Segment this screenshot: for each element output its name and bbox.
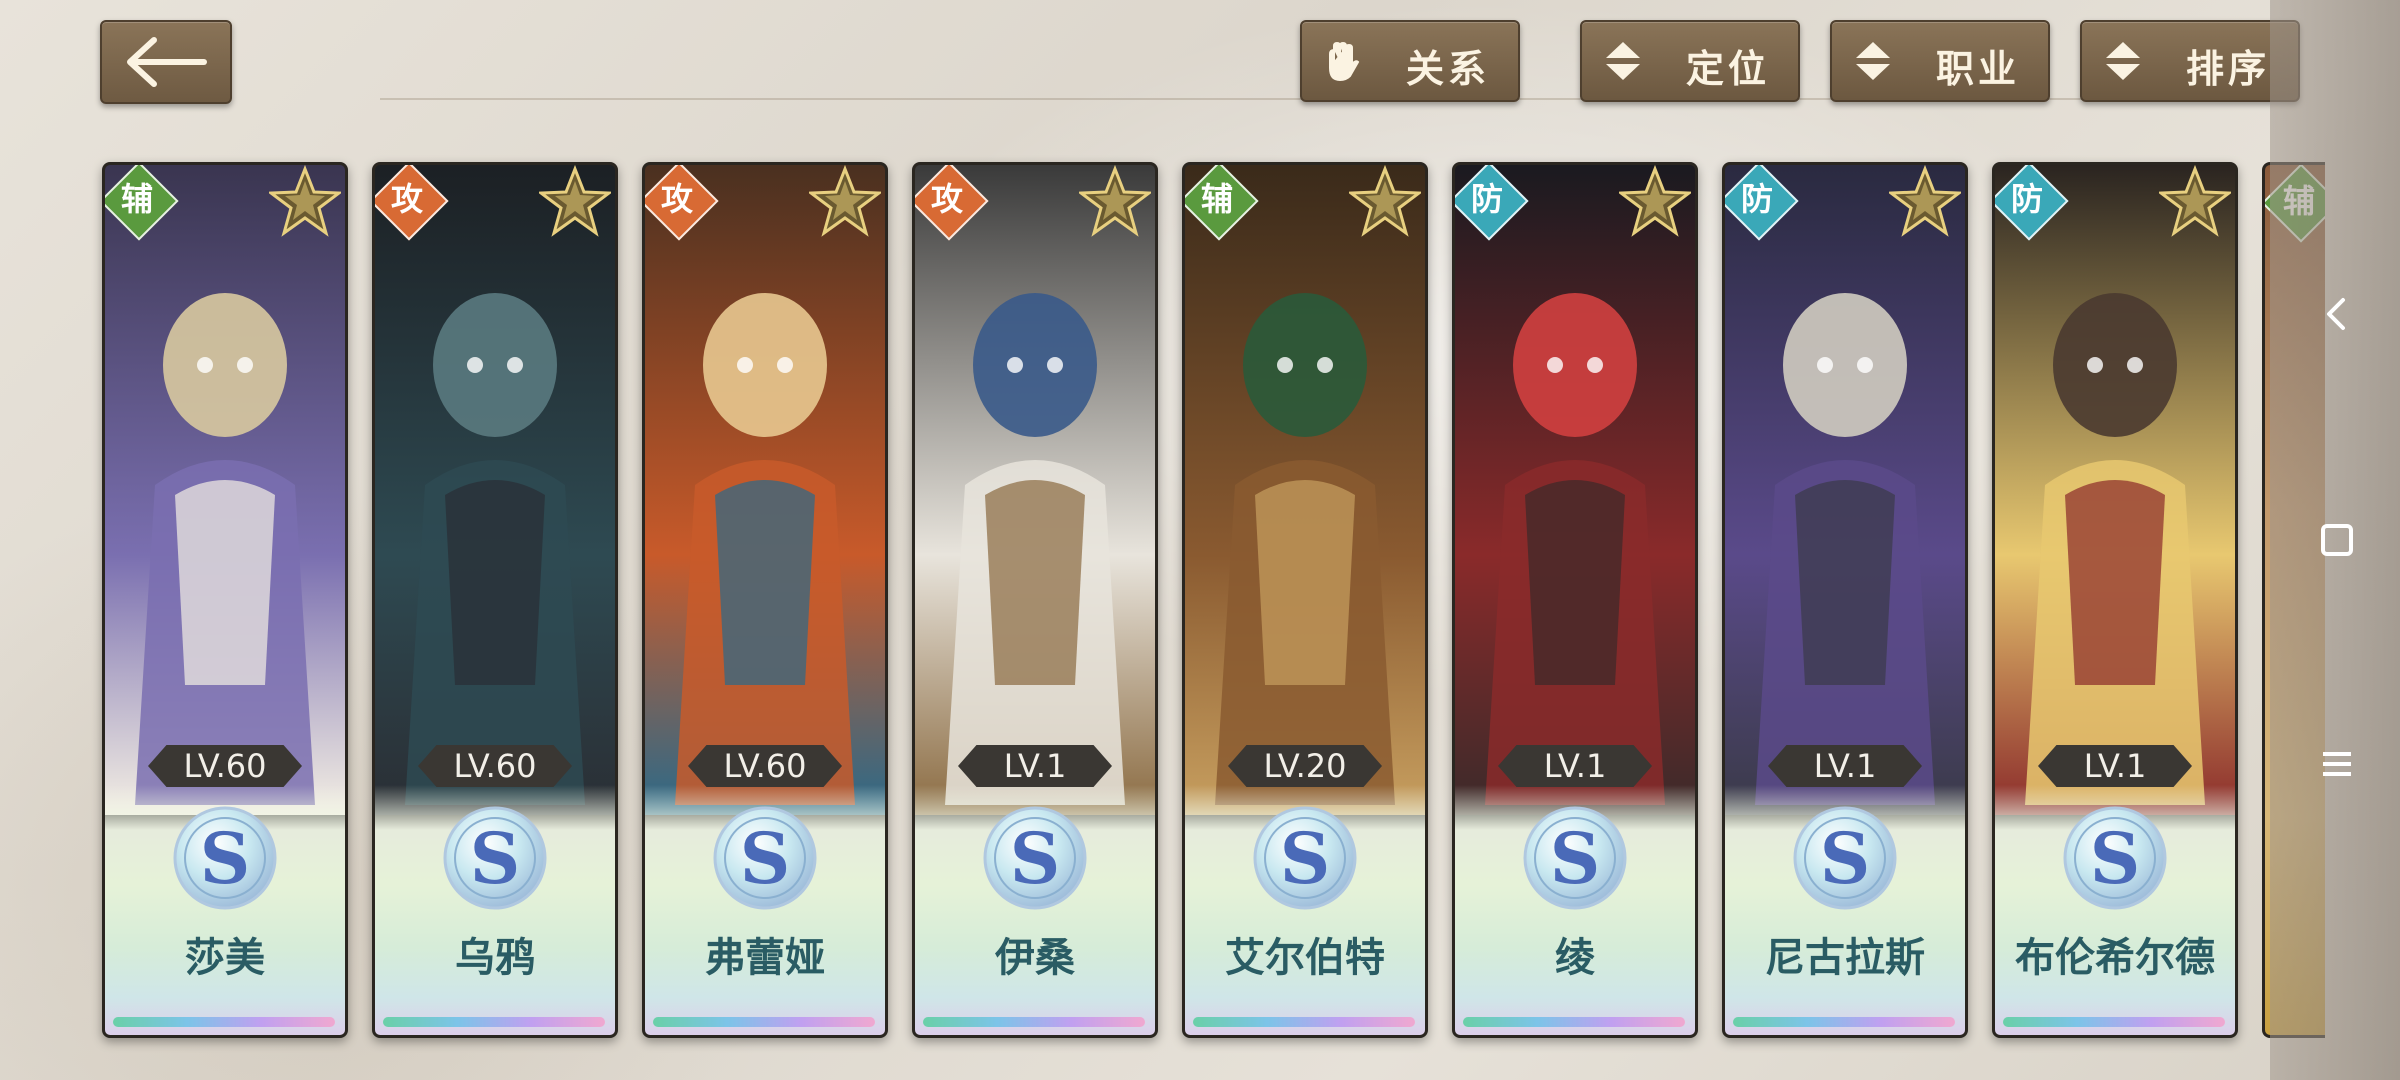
hero-card[interactable]: 防 LV.1 S 绫 [1452, 162, 1698, 1038]
sort-label: 排序 [2185, 46, 2270, 91]
hero-name: 弗蕾娅 [705, 934, 825, 981]
hero-portrait [1455, 165, 1695, 815]
rank-letter: S [1549, 817, 1601, 900]
rank-letter: S [1009, 817, 1061, 900]
back-arrow-icon [127, 37, 207, 87]
star-icon [1349, 165, 1421, 237]
rank-letter: S [1819, 817, 1871, 900]
level-label: LV.1 [1498, 745, 1652, 787]
star-icon [539, 165, 611, 237]
home-square-icon[interactable] [2315, 518, 2359, 562]
rarity-bar [923, 1017, 1145, 1027]
level-label: LV.60 [418, 745, 572, 787]
back-button[interactable] [100, 20, 232, 104]
role-label: 攻 [390, 180, 423, 218]
role-label: 攻 [930, 180, 963, 218]
rarity-bar [1193, 1017, 1415, 1027]
star-icon [809, 165, 881, 237]
rarity-bar [113, 1017, 335, 1027]
level-label: LV.1 [2038, 745, 2192, 787]
hero-name: 乌鸦 [455, 934, 535, 981]
sort-arrows-icon [2106, 42, 2140, 80]
role-label: 辅 [120, 180, 153, 218]
hero-card[interactable]: 辅 LV.20 S 艾尔伯特 [1182, 162, 1428, 1038]
hero-portrait [105, 165, 345, 815]
hero-portrait [645, 165, 885, 815]
hero-portrait [1725, 165, 1965, 815]
role-label: 防 [1740, 180, 1773, 218]
star-icon [1619, 165, 1691, 237]
relation-filter-label: 关系 [1405, 46, 1490, 91]
hand-icon [1328, 41, 1360, 82]
role-label: 辅 [1200, 180, 1233, 218]
level-label: LV.60 [148, 745, 302, 787]
back-nav-icon[interactable] [2315, 292, 2359, 336]
star-icon [1889, 165, 1961, 237]
menu-lines-icon[interactable] [2315, 742, 2359, 786]
level-label: LV.1 [958, 745, 1112, 787]
rarity-bar [1463, 1017, 1685, 1027]
hero-name: 莎美 [185, 934, 265, 981]
rank-letter: S [739, 817, 791, 900]
hero-name: 布伦希尔德 [2015, 934, 2215, 981]
hero-card[interactable]: 攻 LV.60 S 乌鸦 [372, 162, 618, 1038]
hero-name: 艾尔伯特 [1225, 934, 1385, 981]
rarity-bar [2003, 1017, 2225, 1027]
level-label: LV.20 [1228, 745, 1382, 787]
hero-card[interactable]: 防 LV.1 S 布伦希尔德 [1992, 162, 2238, 1038]
hero-portrait [1185, 165, 1425, 815]
sort-arrows-icon [1856, 42, 1890, 80]
hero-card[interactable]: 防 LV.1 S 尼古拉斯 [1722, 162, 1968, 1038]
rarity-bar [653, 1017, 875, 1027]
relation-filter-button[interactable]: 关系 [1300, 20, 1520, 102]
rank-letter: S [1279, 817, 1331, 900]
position-filter-button[interactable]: 定位 [1580, 20, 1800, 102]
level-label: LV.60 [688, 745, 842, 787]
star-icon [1079, 165, 1151, 237]
hero-name: 绫 [1555, 934, 1595, 981]
role-label: 攻 [660, 180, 693, 218]
sort-arrows-icon [1606, 42, 1640, 80]
rank-letter: S [2089, 817, 2141, 900]
rank-letter: S [469, 817, 521, 900]
star-icon [2159, 165, 2231, 237]
star-icon [269, 165, 341, 237]
hero-portrait [1995, 165, 2235, 815]
hero-name: 尼古拉斯 [1765, 934, 1925, 981]
rarity-bar [1733, 1017, 1955, 1027]
level-label: LV.1 [1768, 745, 1922, 787]
hero-card[interactable]: 辅 LV.60 S 莎美 [102, 162, 348, 1038]
hero-portrait [375, 165, 615, 815]
rarity-bar [383, 1017, 605, 1027]
hero-name: 伊桑 [995, 934, 1075, 981]
hero-portrait [915, 165, 1155, 815]
role-label: 防 [1470, 180, 1503, 218]
role-label: 防 [2010, 180, 2043, 218]
class-filter-label: 职业 [1935, 46, 2020, 91]
position-filter-label: 定位 [1685, 46, 1770, 91]
sort-button[interactable]: 排序 [2080, 20, 2300, 102]
rank-letter: S [199, 817, 251, 900]
hero-card[interactable]: 攻 LV.60 S 弗蕾娅 [642, 162, 888, 1038]
hero-card[interactable]: 攻 LV.1 S 伊桑 [912, 162, 1158, 1038]
class-filter-button[interactable]: 职业 [1830, 20, 2050, 102]
